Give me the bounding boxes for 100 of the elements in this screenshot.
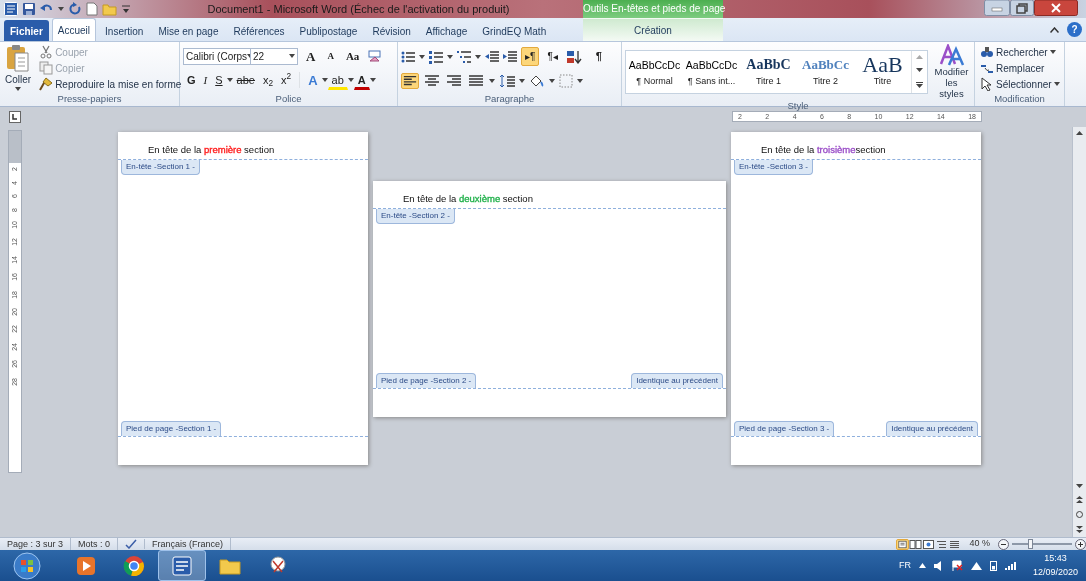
style-name: ¶ Normal	[636, 74, 673, 88]
editing-command[interactable]: Rechercher	[978, 44, 1061, 60]
redo-icon[interactable]	[68, 2, 82, 16]
reading-view-icon[interactable]	[909, 538, 923, 550]
sort-icon[interactable]	[565, 49, 582, 64]
font-size-field[interactable]: 22	[250, 47, 298, 65]
start-orb-icon[interactable]	[10, 550, 44, 581]
ribbon-tab[interactable]: Affichage	[419, 20, 474, 41]
collapse-ribbon-icon[interactable]	[1050, 26, 1059, 33]
binoculars-icon	[980, 45, 994, 59]
previous-page-icon[interactable]	[1076, 496, 1083, 503]
media-player-icon[interactable]	[75, 554, 97, 577]
text-direction-button[interactable]: ¶◂	[543, 47, 562, 67]
multilevel-list-icon[interactable]	[457, 49, 471, 64]
speaker-icon[interactable]	[933, 560, 944, 571]
shrink-font-button[interactable]: A	[323, 46, 338, 66]
decrease-indent-icon[interactable]	[485, 49, 499, 64]
browse-object-icon[interactable]	[1076, 511, 1083, 518]
ruler-toggle-icon[interactable]	[9, 111, 21, 123]
ribbon-tab[interactable]: Références	[227, 20, 291, 41]
flag-icon[interactable]	[951, 560, 963, 571]
highlight-button[interactable]: ab	[327, 70, 348, 90]
browser-icon[interactable]	[123, 554, 145, 577]
vertical-scrollbar[interactable]	[1072, 127, 1086, 537]
font-name-field[interactable]: Calibri (Corps	[183, 47, 251, 65]
shading-icon[interactable]	[529, 73, 545, 88]
ribbon-tab[interactable]: Publipostage	[293, 20, 364, 41]
style-preview: AaB	[862, 54, 903, 75]
battery-icon[interactable]	[989, 560, 997, 571]
clock-date[interactable]: 12/09/2020	[1032, 565, 1078, 579]
bullets-icon[interactable]	[401, 49, 415, 64]
style-gallery-item[interactable]: AaB Titre	[854, 50, 911, 93]
change-case-button[interactable]: Aa	[341, 46, 364, 66]
footer-section-tag: Pied de page -Section 3 -	[734, 421, 835, 436]
bold-button[interactable]: G	[183, 70, 200, 90]
clock-time[interactable]: 15:43	[1044, 552, 1067, 566]
underline-button[interactable]: S	[211, 70, 227, 90]
document-app-icon[interactable]	[171, 554, 193, 577]
new-document-icon[interactable]	[86, 2, 98, 16]
spell-check-icon[interactable]	[125, 539, 138, 549]
zoom-level[interactable]: 40 %	[961, 537, 998, 551]
editing-command[interactable]: Remplacer	[978, 60, 1061, 76]
ribbon-tab[interactable]: GrindEQ Math	[476, 20, 553, 41]
zoom-in-icon[interactable]	[1075, 538, 1086, 550]
line-spacing-icon[interactable]	[499, 73, 515, 88]
style-preview: AaBbC	[746, 55, 791, 74]
italic-button[interactable]: I	[199, 70, 212, 90]
grow-font-button[interactable]: A	[302, 46, 320, 66]
header-section-tag: En-tête -Section 3 -	[734, 160, 813, 175]
subscript-button[interactable]: x$_{2}$	[258, 70, 278, 90]
text-direction-button[interactable]: ▸¶	[521, 47, 540, 67]
footer-section-tag: Pied de page -Section 1 -	[121, 421, 222, 436]
superscript-button[interactable]: x$^{2}$	[277, 70, 296, 90]
clear-format-icon[interactable]	[367, 49, 384, 63]
close-icon[interactable]	[1034, 0, 1078, 16]
zoom-out-icon[interactable]	[998, 538, 1009, 550]
customize-icon[interactable]	[122, 4, 130, 14]
ribbon-tab[interactable]: Mise en page	[152, 20, 225, 41]
align-center-icon[interactable]	[423, 72, 441, 89]
draft-view-icon[interactable]	[948, 538, 962, 550]
zoom-slider-thumb[interactable]	[1028, 539, 1033, 549]
signal-bars-icon[interactable]	[1004, 561, 1017, 570]
style-gallery-item[interactable]: AaBbC Titre 1	[740, 50, 797, 93]
editing-command[interactable]: Sélectionner	[978, 76, 1061, 92]
change-styles-button[interactable]: Modifier les styles	[932, 44, 971, 99]
show-hidden-icons-icon[interactable]	[918, 563, 926, 568]
paste-button[interactable]: Coller	[3, 44, 34, 92]
align-justify-icon[interactable]	[467, 72, 485, 89]
scroll-down-icon[interactable]	[916, 68, 923, 73]
more-styles-icon[interactable]	[916, 81, 923, 88]
text-effects-button[interactable]: A	[304, 70, 322, 90]
style-name: Titre 1	[755, 74, 782, 88]
clipboard-command[interactable]: Reproduire la mise en forme	[37, 76, 184, 92]
ribbon-tab[interactable]: Fichier	[4, 20, 49, 41]
web-layout-icon[interactable]	[922, 538, 936, 550]
ribbon-tab[interactable]: Création	[583, 18, 723, 41]
ribbon-tab[interactable]: Insertion	[99, 20, 150, 41]
numbering-icon[interactable]	[429, 49, 443, 64]
style-gallery-item[interactable]: AaBbCcDc ¶ Sans int...	[683, 50, 740, 93]
scroll-up-icon[interactable]	[1076, 131, 1083, 135]
style-gallery-item[interactable]: AaBbCcDc ¶ Normal	[626, 50, 683, 93]
print-layout-icon[interactable]	[896, 538, 910, 550]
next-page-icon[interactable]	[1076, 526, 1083, 533]
increase-indent-icon[interactable]	[503, 49, 517, 64]
save-icon[interactable]	[22, 2, 36, 16]
align-right-icon[interactable]	[445, 72, 463, 89]
ribbon-tab[interactable]: Accueil	[51, 18, 97, 41]
align-left-icon[interactable]	[401, 72, 419, 89]
strike-button[interactable]: abe	[232, 70, 259, 90]
show-formatting-button[interactable]: ¶	[591, 47, 606, 67]
font-color-button[interactable]: A	[353, 70, 370, 90]
restore-icon[interactable]	[1010, 0, 1034, 16]
style-gallery-item[interactable]: AaBbCc Titre 2	[797, 50, 854, 93]
keyboard-language[interactable]: FR	[898, 558, 911, 573]
help-icon[interactable]: ?	[1067, 22, 1082, 37]
ribbon-tab[interactable]: Révision	[366, 20, 417, 41]
document-app-icon[interactable]	[4, 2, 18, 16]
outline-view-icon[interactable]	[935, 538, 949, 550]
group-label: Presse-papiers	[56, 92, 123, 106]
scroll-down-icon[interactable]	[1076, 484, 1083, 488]
